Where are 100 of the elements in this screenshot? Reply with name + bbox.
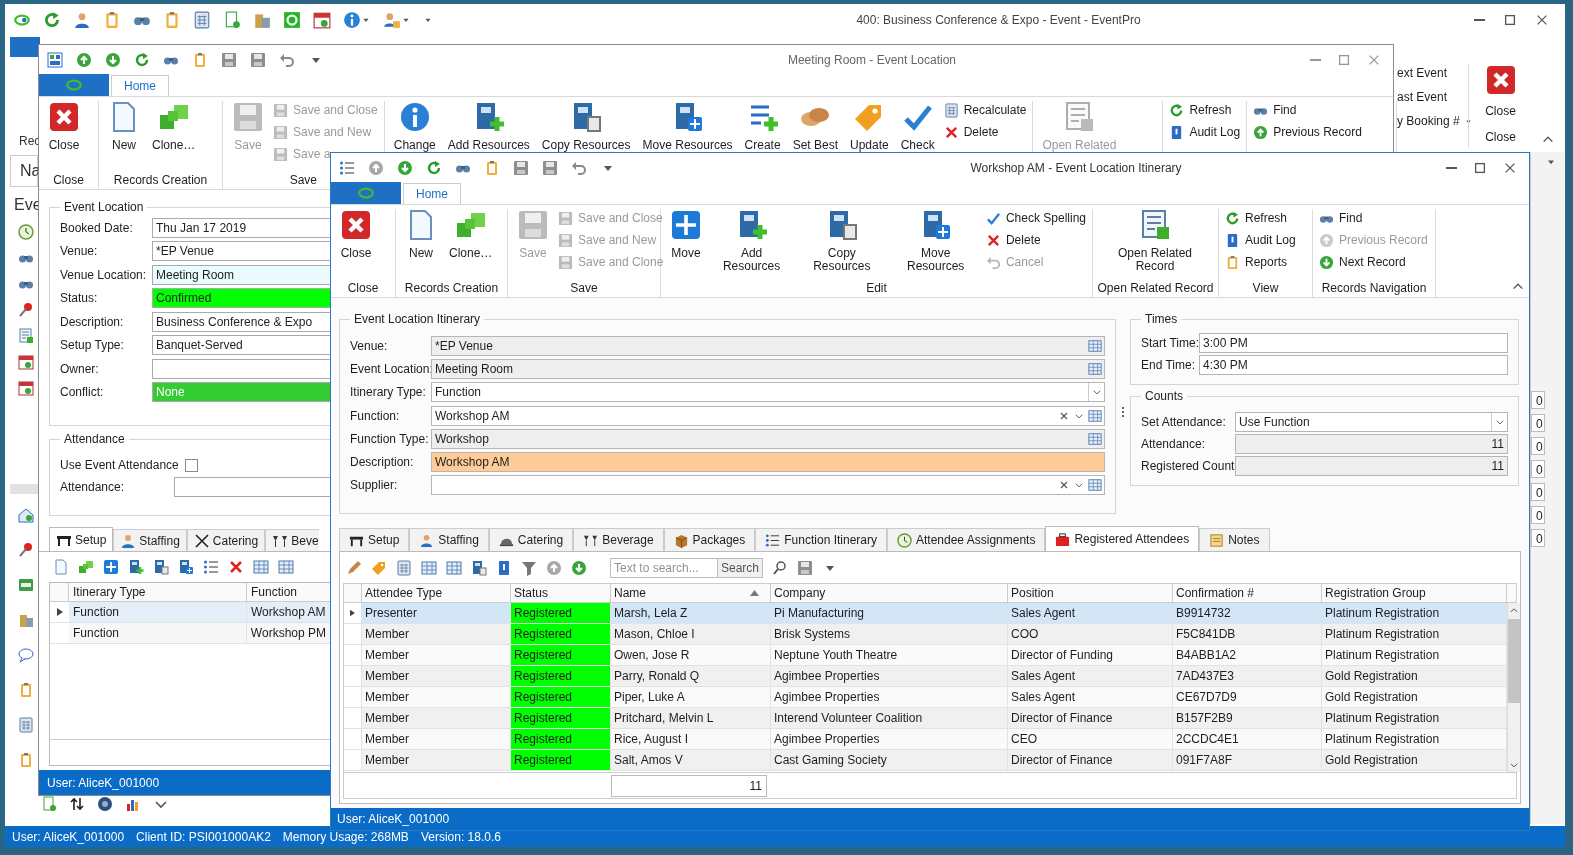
ribbon-button[interactable]: Next Record (1319, 253, 1406, 271)
info-icon[interactable] (343, 11, 361, 29)
input-field[interactable]: Workshop (431, 428, 1105, 449)
input-field[interactable]: Function (431, 382, 1105, 403)
ribbon-button[interactable]: Add Resources (711, 209, 793, 273)
table-icon[interactable] (421, 559, 437, 576)
zoom-icon[interactable] (772, 559, 788, 576)
pin-icon[interactable] (17, 542, 34, 558)
gear-icon[interactable] (283, 11, 301, 29)
ribbon-button[interactable]: New (402, 209, 440, 260)
table-icon[interactable] (278, 559, 294, 575)
tab[interactable]: Registered Attendees (1045, 526, 1200, 551)
ribbon-button[interactable]: Close (45, 101, 83, 152)
cubes-icon[interactable] (78, 559, 94, 575)
ribbon-button[interactable]: Clone… (446, 209, 496, 260)
pencil-icon[interactable] (346, 559, 362, 576)
input-field[interactable]: 11 (1235, 456, 1508, 476)
input-field[interactable] (431, 475, 1105, 496)
column-header[interactable]: Name (611, 584, 771, 602)
ribbon-button[interactable]: Update (847, 101, 892, 152)
disc-icon[interactable] (97, 796, 113, 812)
close-button[interactable]: Close (1476, 64, 1525, 120)
table-icon[interactable] (446, 559, 462, 576)
ribbon-button[interactable]: ast Event (1397, 88, 1448, 106)
ribbon-button[interactable]: New (105, 101, 143, 152)
tab[interactable]: Setup (49, 527, 114, 551)
input-field[interactable]: *EP Venue (431, 335, 1105, 356)
ribbon-button[interactable]: Refresh (1169, 101, 1232, 119)
ribbon-button[interactable]: Clone… (149, 101, 199, 152)
ribbon-button[interactable]: Audit Log (1225, 231, 1296, 249)
search-button[interactable]: Search (716, 558, 762, 577)
refresh-icon[interactable] (43, 11, 61, 29)
column-header[interactable]: Company (771, 584, 1008, 602)
input-field[interactable]: Meeting Room (152, 264, 331, 285)
input-field[interactable]: Workshop AM (431, 452, 1105, 473)
server-copy-icon[interactable] (153, 559, 169, 575)
layout-icon[interactable] (47, 52, 63, 68)
ribbon-button[interactable]: Copy Resources (538, 101, 634, 152)
clipboard-icon[interactable] (484, 160, 500, 176)
ribbon-button[interactable]: Add Resources (444, 101, 533, 152)
pin-icon[interactable] (17, 302, 34, 318)
speech-bubble-icon[interactable] (17, 647, 34, 663)
ribbon-button[interactable]: Move Resources (891, 209, 980, 273)
table-icon[interactable] (253, 559, 269, 575)
book-icon[interactable] (496, 559, 512, 576)
ribbon-button[interactable]: Move (667, 209, 705, 260)
column-header[interactable]: Confirmation # (1173, 584, 1322, 602)
calendar-icon[interactable] (313, 11, 331, 29)
clipboard-icon[interactable] (192, 52, 208, 68)
input-field[interactable]: 11 (1235, 434, 1508, 454)
building-icon[interactable] (253, 11, 271, 29)
delete-icon[interactable] (228, 559, 244, 575)
tag-icon[interactable] (371, 559, 387, 576)
undo-icon[interactable] (571, 160, 587, 176)
ribbon-button[interactable]: Reports (1225, 253, 1288, 271)
move-icon[interactable] (103, 559, 119, 575)
ribbon-button[interactable]: Check Spelling (985, 209, 1086, 227)
ribbon-button[interactable]: Find (1253, 101, 1297, 119)
server-plus-icon[interactable] (128, 559, 144, 575)
tab[interactable]: Function Itinerary (755, 528, 887, 551)
input-field[interactable]: Thu Jan 17 2019 (152, 217, 331, 238)
input-field[interactable]: *EP Venue (152, 241, 331, 262)
tab[interactable]: Beverage (573, 528, 664, 551)
calendar-icon[interactable] (17, 354, 34, 370)
clipboard-icon[interactable] (103, 11, 121, 29)
ribbon-button[interactable]: Create (741, 101, 784, 152)
tab[interactable]: Packages (663, 528, 756, 551)
refresh-icon[interactable] (134, 52, 150, 68)
scrollbar[interactable] (1507, 603, 1520, 772)
person-icon[interactable] (73, 11, 91, 29)
person-lock-icon[interactable] (383, 11, 401, 29)
ribbon-button[interactable]: Move Resources (639, 101, 736, 152)
input-field[interactable]: Meeting Room (431, 358, 1105, 379)
list-icon[interactable] (339, 160, 355, 176)
ribbon-button[interactable]: Close (337, 209, 375, 260)
ribbon-button[interactable]: Delete (985, 231, 1041, 249)
column-header[interactable]: Attendee Type (362, 584, 511, 602)
search-field[interactable]: Text to search... Search (610, 557, 763, 578)
calculator-icon[interactable] (17, 717, 34, 733)
server-arrows-icon[interactable] (178, 559, 194, 575)
ribbon-button[interactable]: Check (897, 101, 938, 152)
clipboard-icon[interactable] (163, 11, 181, 29)
input-field[interactable] (152, 358, 331, 379)
calculator-icon[interactable] (396, 559, 412, 576)
input-field[interactable]: 4:30 PM (1199, 355, 1508, 375)
ribbon-button[interactable]: Audit Log (1169, 123, 1241, 141)
money-document-icon[interactable] (223, 11, 241, 29)
input-field[interactable]: Business Conference & Expo (152, 311, 331, 332)
ribbon-tab[interactable]: Home (403, 183, 461, 204)
ribbon-button[interactable]: Find (1319, 209, 1363, 227)
ribbon-button[interactable]: Set Best (789, 101, 841, 152)
input-field[interactable]: Use Function (1235, 412, 1508, 432)
tab[interactable]: Catering (488, 528, 574, 551)
input-field[interactable]: Confirmed (152, 288, 331, 309)
calculator-icon[interactable] (193, 11, 211, 29)
input-field[interactable] (174, 477, 331, 497)
column-header[interactable]: Registration Group (1322, 584, 1507, 602)
document-icon[interactable] (17, 328, 34, 344)
server-copy-icon[interactable] (471, 559, 487, 576)
ribbon-button[interactable]: Open Related Record (1099, 209, 1211, 273)
